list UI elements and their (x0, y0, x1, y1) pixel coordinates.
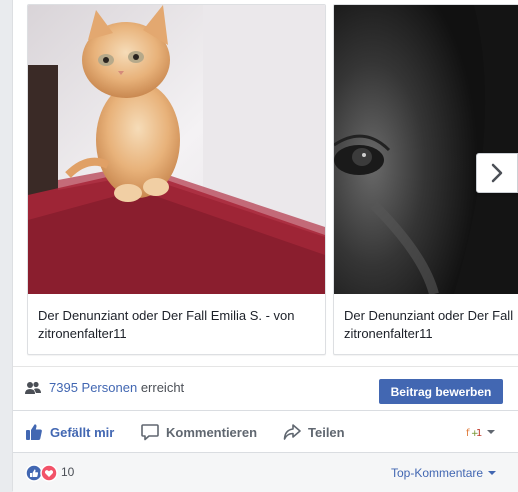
card-source[interactable]: zitronenfalter11 (344, 325, 518, 343)
reach-summary: 7395 Personen erreicht (49, 380, 184, 395)
card-caption[interactable]: Der Denunziant oder Der Fall zitronenfal… (344, 307, 518, 343)
eye-closeup-photo[interactable] (334, 5, 518, 294)
post-as-selector[interactable]: f + 1 (465, 425, 496, 439)
card-caption[interactable]: Der Denunziant oder Der Fall Emilia S. -… (38, 307, 319, 343)
boost-post-button[interactable]: Beitrag bewerben (379, 379, 503, 404)
share-label: Teilen (308, 424, 345, 440)
comment-sort-selector[interactable]: Top-Kommentare (391, 466, 497, 480)
link-carousel: Der Denunziant oder Der Fall Emilia S. -… (13, 0, 518, 362)
reaction-icons[interactable] (25, 464, 59, 482)
page-avatar-icon: f + 1 (465, 426, 483, 438)
thumbs-up-icon (26, 424, 42, 440)
card-source[interactable]: zitronenfalter11 (38, 325, 319, 343)
kitten-photo[interactable] (28, 5, 325, 294)
like-label: Gefällt mir (50, 424, 115, 440)
comment-icon (141, 424, 159, 441)
reaction-count[interactable]: 10 (61, 465, 74, 479)
svg-text:f: f (466, 428, 470, 438)
card-title[interactable]: Der Denunziant oder Der Fall Emilia S. -… (38, 307, 319, 325)
comment-sort-label: Top-Kommentare (391, 466, 484, 480)
caret-down-icon (488, 471, 497, 475)
reactions-row: 10 Top-Kommentare (13, 452, 518, 492)
chevron-right-icon (491, 163, 503, 183)
like-button[interactable]: Gefällt mir (25, 411, 114, 453)
reach-row: 7395 Personen erreicht Beitrag bewerben (13, 366, 518, 411)
comment-button[interactable]: Kommentieren (141, 411, 257, 453)
card-title[interactable]: Der Denunziant oder Der Fall (344, 307, 518, 325)
carousel-next-button[interactable] (476, 153, 518, 193)
share-icon (283, 424, 301, 440)
comment-label: Kommentieren (166, 424, 258, 440)
post-actions: Gefällt mir Kommentieren Teilen f + 1 (13, 410, 518, 453)
caret-down-icon (487, 430, 495, 434)
carousel-card[interactable]: Der Denunziant oder Der Fall Emilia S. -… (27, 4, 326, 355)
reach-count-link[interactable]: 7395 Personen (49, 380, 137, 395)
svg-text:1: 1 (476, 428, 482, 438)
share-button[interactable]: Teilen (283, 411, 345, 453)
people-icon (25, 381, 41, 394)
reach-suffix: erreicht (140, 380, 185, 395)
post-container: Der Denunziant oder Der Fall Emilia S. -… (12, 0, 518, 492)
